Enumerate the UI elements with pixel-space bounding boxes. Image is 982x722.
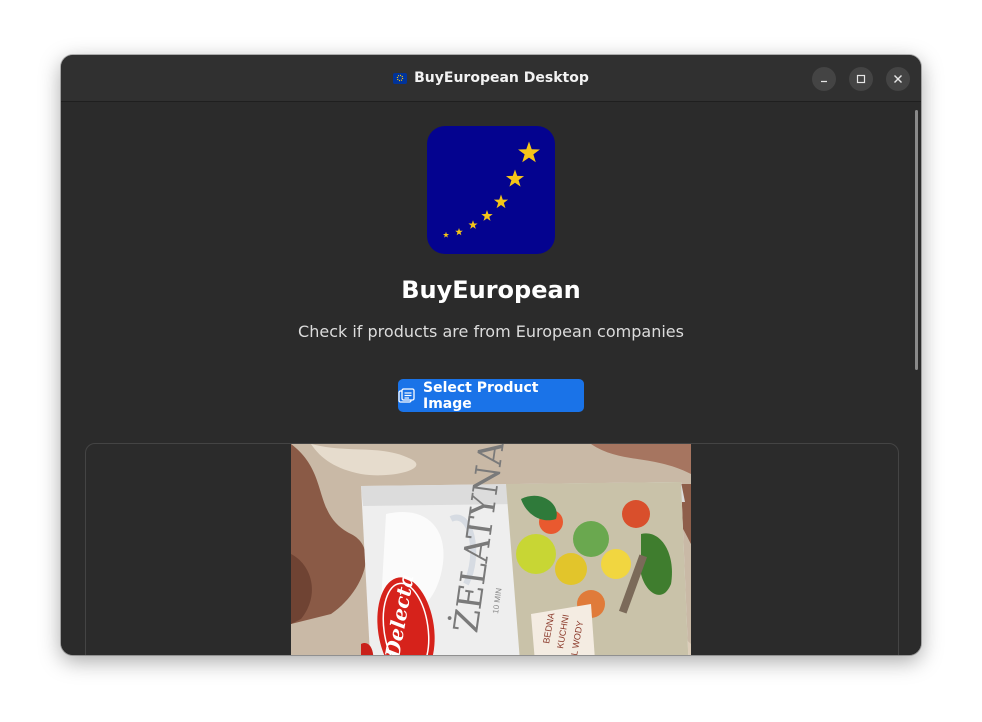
eu-flag-icon — [393, 72, 408, 84]
eu-stars-logo-icon — [442, 141, 540, 238]
app-logo — [427, 126, 555, 254]
minimize-icon — [821, 80, 827, 83]
main-content: BuyEuropean Check if products are from E… — [61, 102, 921, 655]
app-window: BuyEuropean Desktop BuyEuropean Check if… — [61, 55, 921, 655]
image-files-icon — [398, 387, 416, 404]
maximize-button[interactable] — [849, 67, 873, 91]
close-icon — [894, 75, 902, 83]
minimize-button[interactable] — [812, 67, 836, 91]
product-photo: BEDNA KUCHNI L WODY ŻELATYNA 10 MIN Dele… — [291, 444, 691, 655]
select-product-image-label: Select Product Image — [423, 379, 539, 412]
maximize-icon — [856, 74, 866, 84]
window-title: BuyEuropean Desktop — [61, 55, 921, 101]
title-bar[interactable]: BuyEuropean Desktop — [61, 55, 921, 102]
image-preview-panel: BEDNA KUCHNI L WODY ŻELATYNA 10 MIN Dele… — [85, 443, 899, 655]
app-name-heading: BuyEuropean — [401, 276, 581, 304]
close-button[interactable] — [886, 67, 910, 91]
app-tagline: Check if products are from European comp… — [298, 322, 684, 341]
select-product-image-button[interactable]: Select Product Image — [398, 379, 584, 412]
window-title-text: BuyEuropean Desktop — [414, 70, 589, 86]
